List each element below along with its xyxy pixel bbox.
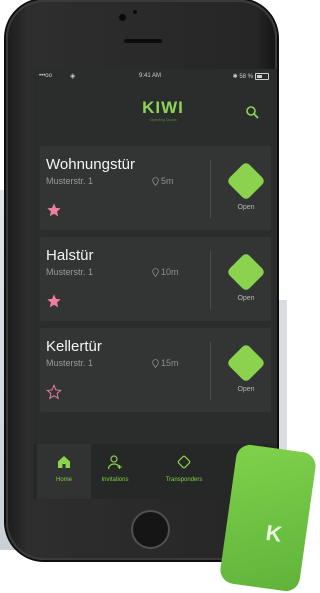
- favorite-star-icon[interactable]: [46, 293, 62, 309]
- open-label: Open: [237, 295, 255, 302]
- card-divider: [210, 251, 211, 309]
- status-time: 9:41 AM: [139, 73, 162, 79]
- favorite-star-outline-icon[interactable]: [46, 384, 62, 400]
- open-door-button[interactable]: Open: [226, 252, 268, 310]
- location-pin-icon: [152, 267, 159, 277]
- door-card[interactable]: Kellertür Musterstr. 1 15m Open: [40, 328, 271, 412]
- door-name: Halstür: [46, 247, 94, 264]
- door-distance: 10m: [152, 267, 179, 277]
- wifi-icon: ◈: [70, 73, 76, 80]
- battery-icon: [255, 73, 269, 80]
- door-name: Kellertür: [46, 338, 102, 355]
- tab-transponders[interactable]: Transponders: [157, 444, 211, 499]
- front-camera: [119, 14, 126, 21]
- card-logo-fragment: K: [264, 519, 284, 547]
- logo-word: KIWI: [142, 98, 184, 117]
- door-name: Wohnungstür: [46, 156, 135, 173]
- logo-tagline: Opening Doors: [149, 117, 177, 122]
- app-logo: KIWI Opening Doors: [123, 99, 203, 122]
- door-distance-value: 15m: [161, 358, 179, 368]
- open-label: Open: [237, 386, 255, 393]
- door-distance: 15m: [152, 358, 179, 368]
- tab-label: Transponders: [165, 477, 203, 483]
- home-icon: [58, 456, 70, 468]
- open-diamond-icon: [226, 161, 266, 201]
- user-add-icon: [107, 455, 122, 470]
- tab-label: Invitations: [101, 477, 129, 483]
- open-door-button[interactable]: Open: [226, 161, 268, 219]
- transponder-icon: [177, 455, 191, 469]
- door-distance: 5m: [152, 176, 174, 186]
- tab-label: Home: [55, 477, 72, 483]
- card-divider: [210, 342, 211, 400]
- open-label: Open: [237, 204, 255, 211]
- open-diamond-icon: [226, 343, 266, 383]
- location-pin-icon: [152, 358, 159, 368]
- app-screen: •••oo ◈ 9:41 AM ✱ 58 % KIWI Opening Door…: [33, 69, 277, 499]
- door-card[interactable]: Wohnungstür Musterstr. 1 5m Open: [40, 146, 271, 230]
- door-distance-value: 10m: [161, 267, 179, 277]
- favorite-star-icon[interactable]: [46, 202, 62, 218]
- battery-percentage: ✱ 58 %: [232, 74, 253, 80]
- card-divider: [210, 160, 211, 218]
- tab-invitations[interactable]: Invitations: [88, 444, 142, 499]
- search-icon[interactable]: [245, 105, 259, 119]
- door-address: Musterstr. 1: [46, 267, 94, 277]
- door-distance-value: 5m: [161, 176, 174, 186]
- earpiece-speaker: [124, 39, 162, 43]
- location-pin-icon: [152, 176, 159, 186]
- door-card[interactable]: Halstür Musterstr. 1 10m Open: [40, 237, 271, 321]
- door-address: Musterstr. 1: [46, 358, 94, 368]
- status-bar: •••oo ◈ 9:41 AM ✱ 58 %: [33, 69, 277, 83]
- door-address: Musterstr. 1: [46, 176, 94, 186]
- tab-home[interactable]: Home: [37, 444, 91, 499]
- open-door-button[interactable]: Open: [226, 343, 268, 401]
- open-diamond-icon: [226, 252, 266, 292]
- signal-strength: •••oo: [39, 73, 52, 79]
- sensor: [133, 10, 137, 14]
- home-button[interactable]: [131, 510, 170, 549]
